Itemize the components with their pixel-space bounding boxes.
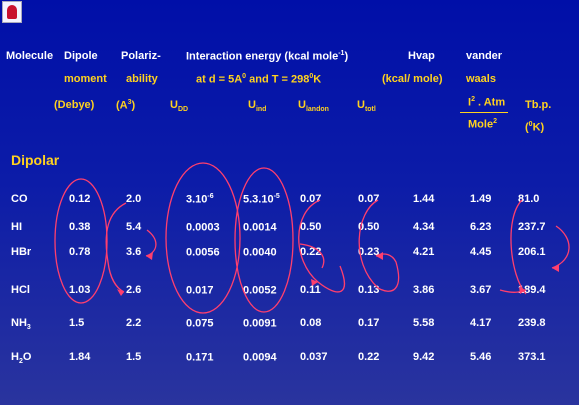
ulandon-arrow-curve-2 bbox=[299, 243, 325, 269]
dipole-column-ellipse bbox=[54, 178, 108, 304]
udd-column-ellipse bbox=[165, 162, 241, 314]
arrowhead-icon bbox=[552, 264, 559, 272]
utotl-arrow-curve bbox=[358, 199, 400, 292]
hand-annotations bbox=[54, 162, 570, 314]
ulandon-arrow-curve bbox=[298, 199, 346, 293]
polar-arrow-curve-2 bbox=[145, 229, 157, 257]
arrowhead-icon bbox=[146, 252, 153, 260]
uind-column-ellipse bbox=[234, 167, 294, 313]
arrowhead-icon bbox=[376, 252, 383, 260]
arrowhead-icon bbox=[311, 279, 318, 286]
tbp-arrow-curve bbox=[510, 199, 527, 295]
polar-arrow-curve bbox=[105, 202, 127, 293]
tbp-arrow-curve-2 bbox=[551, 225, 570, 269]
